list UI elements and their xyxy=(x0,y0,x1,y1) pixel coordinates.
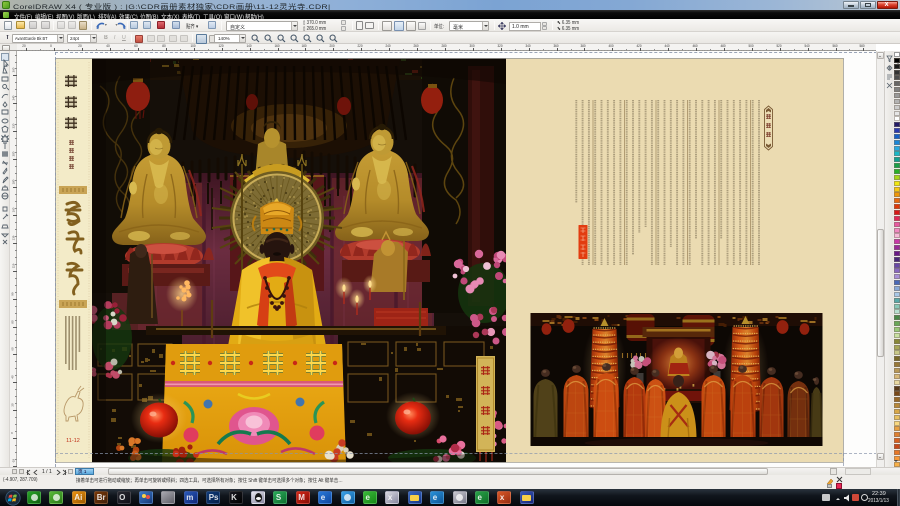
svg-text:11-12: 11-12 xyxy=(66,438,80,444)
